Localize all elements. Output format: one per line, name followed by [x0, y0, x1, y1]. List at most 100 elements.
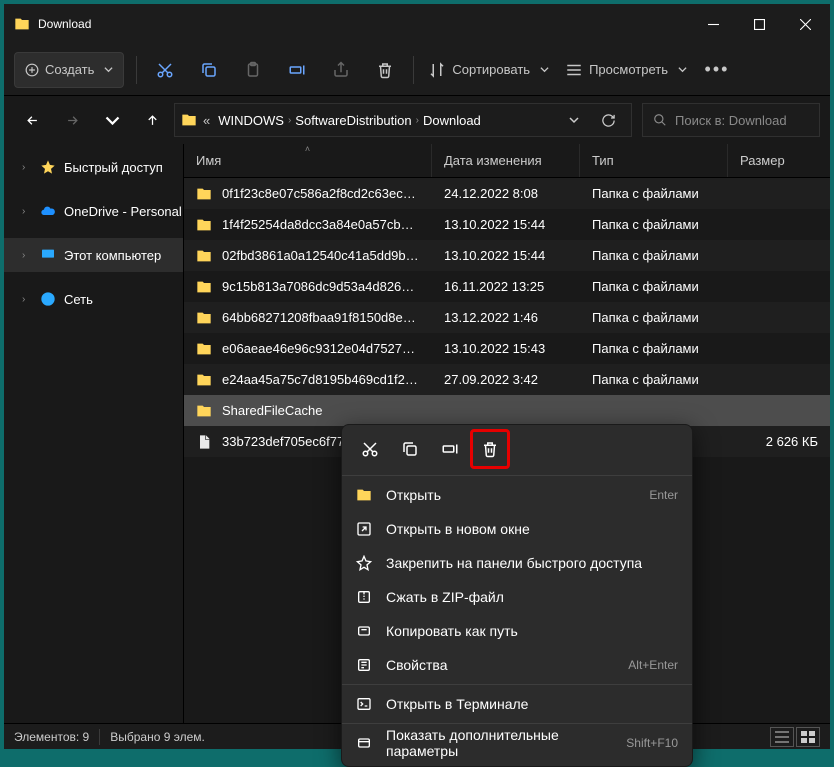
col-header-type[interactable]: Тип: [580, 144, 728, 177]
sort-button-label: Сортировать: [452, 62, 530, 77]
ctx-zip[interactable]: Сжать в ZIP-файл: [342, 580, 692, 614]
view-button[interactable]: Просмотреть: [559, 52, 693, 88]
new-button[interactable]: Создать: [14, 52, 124, 88]
sidebar-item-network[interactable]: › Сеть: [4, 282, 183, 316]
file-row[interactable]: 0f1f23c8e07c586a2f8cd2c63ec59292 24.12.20…: [184, 178, 830, 209]
ctx-properties[interactable]: Свойства Alt+Enter: [342, 648, 692, 682]
file-row[interactable]: 9c15b813a7086dc9d53a4d8261e57ab116.11.20…: [184, 271, 830, 302]
file-name: 0f1f23c8e07c586a2f8cd2c63ec59292: [222, 186, 420, 201]
file-row[interactable]: 64bb68271208fbaa91f8150d8e1b6b3a13.12.20…: [184, 302, 830, 333]
ctx-open[interactable]: Открыть Enter: [342, 478, 692, 512]
copy-path-icon: [356, 623, 372, 639]
file-type: Папка с файлами: [580, 302, 728, 333]
star-icon: [40, 159, 56, 175]
crumb[interactable]: Download: [419, 113, 485, 128]
folder-icon: [196, 279, 212, 295]
file-row[interactable]: 1f4f25254da8dcc3a84e0a57cb2deb2613.10.20…: [184, 209, 830, 240]
search-input[interactable]: Поиск в: Download: [642, 103, 820, 137]
crumb[interactable]: SoftwareDistribution: [291, 113, 415, 128]
file-row[interactable]: e06aeae46e96c9312e04d752761f53bd 13.10.20…: [184, 333, 830, 364]
refresh-button[interactable]: [591, 113, 625, 128]
paste-button[interactable]: [233, 52, 273, 88]
context-actions-row: [342, 425, 692, 473]
view-button-label: Просмотреть: [589, 62, 668, 77]
sidebar-label: Быстрый доступ: [64, 160, 163, 175]
ctx-cut-button[interactable]: [350, 429, 390, 469]
minimize-button[interactable]: [690, 4, 736, 44]
close-button[interactable]: [782, 4, 828, 44]
col-header-size[interactable]: Размер: [728, 144, 830, 177]
file-size: [728, 302, 830, 333]
col-header-name[interactable]: ˄ Имя: [184, 144, 432, 177]
search-icon: [653, 113, 667, 127]
sidebar-item-onedrive[interactable]: › OneDrive - Personal: [4, 194, 183, 228]
file-type: Папка с файлами: [580, 271, 728, 302]
file-date: 24.12.2022 8:08: [432, 178, 580, 209]
file-size: [728, 178, 830, 209]
up-button[interactable]: [134, 102, 170, 138]
share-button[interactable]: [321, 52, 361, 88]
sidebar-label: Этот компьютер: [64, 248, 161, 263]
window-title: Download: [38, 17, 690, 31]
view-toggles: [770, 727, 820, 747]
file-row[interactable]: 02fbd3861a0a12540c41a5dd9becb06d13.10.20…: [184, 240, 830, 271]
ctx-rename-button[interactable]: [430, 429, 470, 469]
ctx-open-terminal[interactable]: Открыть в Терминале: [342, 687, 692, 721]
folder-icon: [196, 186, 212, 202]
crumb[interactable]: WINDOWS: [214, 113, 288, 128]
file-name: SharedFileCache: [222, 403, 322, 418]
file-row[interactable]: e24aa45a75c7d8195b469cd1f201c94c27.09.20…: [184, 364, 830, 395]
sidebar-label: OneDrive - Personal: [64, 204, 182, 219]
toolbar: Создать Сортировать Просмотреть •••: [4, 44, 830, 96]
file-type: Папка с файлами: [580, 333, 728, 364]
folder-icon: [181, 112, 197, 128]
ctx-copy-button[interactable]: [390, 429, 430, 469]
copy-button[interactable]: [189, 52, 229, 88]
address-bar[interactable]: « WINDOWS › SoftwareDistribution › Downl…: [174, 103, 632, 137]
network-icon: [40, 291, 56, 307]
divider: [342, 723, 692, 724]
pin-icon: [356, 555, 372, 571]
sort-button[interactable]: Сортировать: [422, 52, 555, 88]
divider: [413, 56, 414, 84]
file-type: Папка с файлами: [580, 364, 728, 395]
recent-button[interactable]: [94, 102, 130, 138]
new-button-label: Создать: [45, 62, 94, 77]
col-header-date[interactable]: Дата изменения: [432, 144, 580, 177]
file-type: Папка с файлами: [580, 209, 728, 240]
file-type: Папка с файлами: [580, 240, 728, 271]
search-placeholder: Поиск в: Download: [675, 113, 787, 128]
sidebar-item-this-pc[interactable]: › Этот компьютер: [4, 238, 183, 272]
sidebar-item-quick-access[interactable]: › Быстрый доступ: [4, 150, 183, 184]
file-date: 13.10.2022 15:43: [432, 333, 580, 364]
ctx-show-more[interactable]: Показать дополнительные параметры Shift+…: [342, 726, 692, 760]
ctx-delete-button[interactable]: [470, 429, 510, 469]
address-dropdown[interactable]: [557, 113, 591, 128]
column-headers: ˄ Имя Дата изменения Тип Размер: [184, 144, 830, 178]
more-button[interactable]: •••: [697, 52, 737, 88]
rename-button[interactable]: [277, 52, 317, 88]
file-name: 1f4f25254da8dcc3a84e0a57cb2deb26: [222, 217, 420, 232]
ctx-pin-quick-access[interactable]: Закрепить на панели быстрого доступа: [342, 546, 692, 580]
file-name: 9c15b813a7086dc9d53a4d8261e57ab1: [222, 279, 420, 294]
delete-button[interactable]: [365, 52, 405, 88]
details-view-button[interactable]: [770, 727, 794, 747]
maximize-button[interactable]: [736, 4, 782, 44]
back-button[interactable]: [14, 102, 50, 138]
status-count: Элементов: 9: [14, 730, 89, 744]
file-type: Папка с файлами: [580, 178, 728, 209]
file-name: e06aeae46e96c9312e04d752761f53bd: [222, 341, 420, 356]
more-options-icon: [356, 735, 372, 751]
status-selected: Выбрано 9 элем.: [110, 730, 205, 744]
forward-button[interactable]: [54, 102, 90, 138]
file-name: 02fbd3861a0a12540c41a5dd9becb06d: [222, 248, 420, 263]
file-size: [728, 240, 830, 271]
cloud-icon: [40, 203, 56, 219]
file-row[interactable]: SharedFileCache: [184, 395, 830, 426]
ctx-copy-path[interactable]: Копировать как путь: [342, 614, 692, 648]
crumb-overflow[interactable]: «: [199, 113, 214, 128]
cut-button[interactable]: [145, 52, 185, 88]
context-menu: Открыть Enter Открыть в новом окне Закре…: [341, 424, 693, 767]
ctx-open-new-window[interactable]: Открыть в новом окне: [342, 512, 692, 546]
icons-view-button[interactable]: [796, 727, 820, 747]
